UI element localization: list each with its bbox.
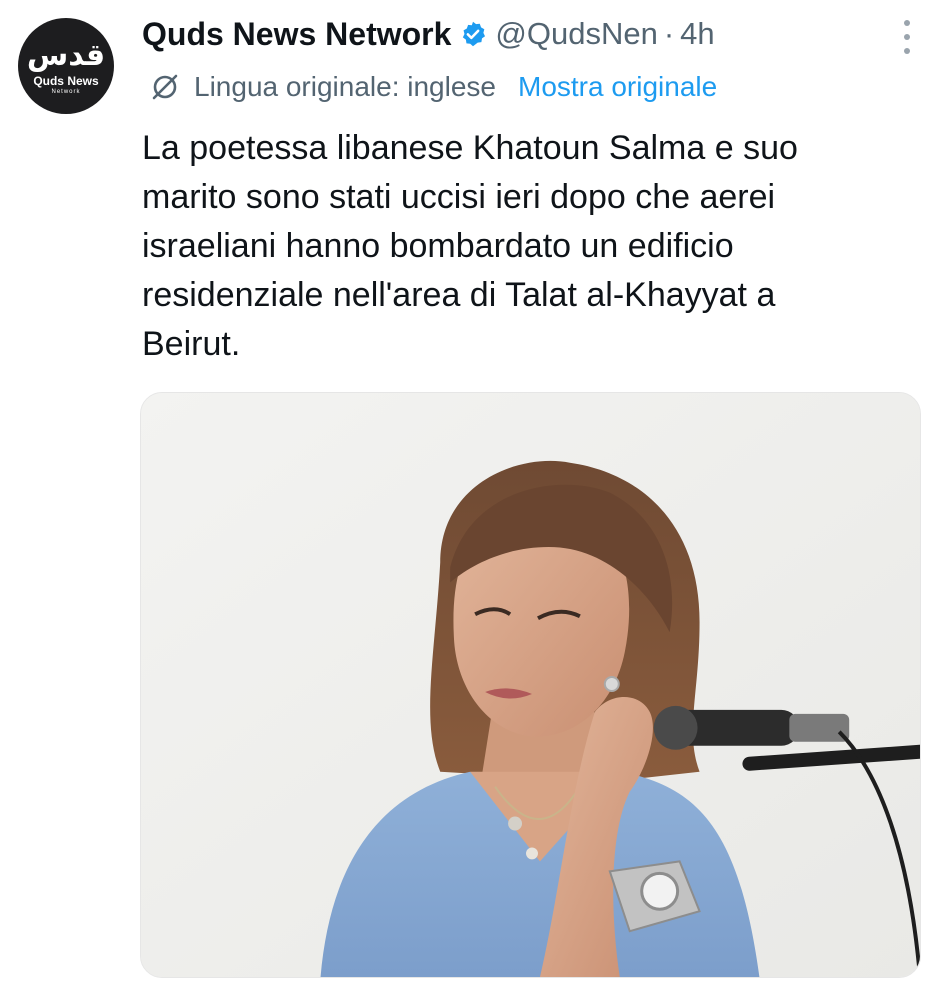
tweet: قدس Quds News Network Quds News Network … <box>0 0 950 1000</box>
portrait-photo <box>141 393 920 977</box>
more-options-icon[interactable] <box>898 20 916 54</box>
avatar-subtitle: Network <box>51 88 81 95</box>
post-timestamp[interactable]: 4h <box>680 16 714 52</box>
display-name[interactable]: Quds News Network <box>142 16 451 53</box>
account-handle[interactable]: @QudsNen <box>495 16 657 52</box>
translate-icon <box>150 72 180 102</box>
show-original-link[interactable]: Mostra originale <box>518 71 717 103</box>
translation-row: Lingua originale: inglese Mostra origina… <box>150 68 717 106</box>
verified-badge-icon <box>459 20 487 48</box>
tweet-header: Quds News Network @QudsNen · 4h <box>142 12 890 56</box>
post-image[interactable] <box>140 392 921 978</box>
avatar-brand: Quds News <box>33 73 99 88</box>
original-language-label: Lingua originale: inglese <box>194 71 496 102</box>
post-text: La poetessa libanese Khatoun Salma e suo… <box>142 129 798 363</box>
separator-dot: · <box>663 16 675 51</box>
avatar-logo-mark: قدس <box>26 37 106 73</box>
avatar[interactable]: قدس Quds News Network <box>18 18 114 114</box>
